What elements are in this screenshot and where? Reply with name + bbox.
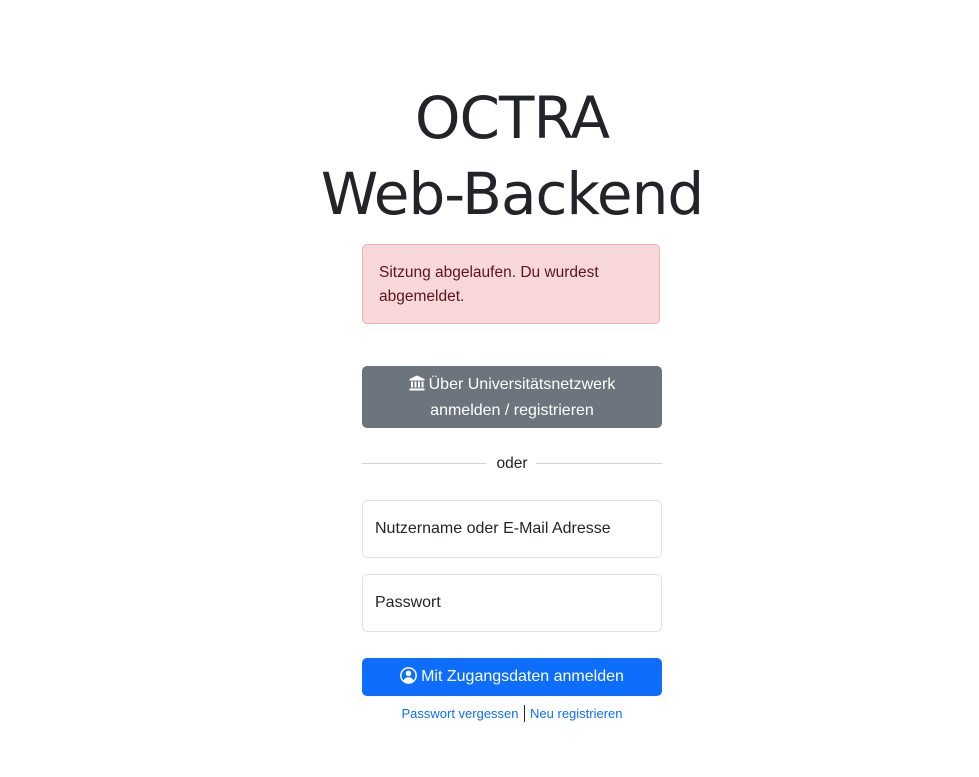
university-login-button[interactable]: Über Universitätsnetzwerk anmelden / reg…	[362, 366, 662, 428]
credentials-login-button[interactable]: Mit Zugangsdaten anmelden	[362, 658, 662, 696]
username-field[interactable]	[362, 500, 662, 558]
session-expired-alert: Sitzung abgelaufen. Du wurdest abgemelde…	[362, 244, 660, 324]
university-login-label: Über Universitätsnetzwerk anmelden / reg…	[428, 376, 616, 419]
page-title: OCTRA Web-Backend	[262, 80, 762, 232]
page-title-line2: Web-Backend	[320, 160, 704, 228]
credentials-login-label: Mit Zugangsdaten anmelden	[421, 668, 624, 685]
auth-links: Passwort vergessen Neu registrieren	[362, 704, 662, 724]
link-separator	[523, 705, 526, 722]
user-circle-icon	[400, 662, 417, 698]
divider-label: oder	[496, 455, 528, 472]
login-page: OCTRA Web-Backend Sitzung abgelaufen. Du…	[0, 0, 979, 777]
alert-message: Sitzung abgelaufen. Du wurdest abgemelde…	[379, 264, 599, 305]
password-field[interactable]	[362, 574, 662, 632]
register-link[interactable]: Neu registrieren	[530, 706, 623, 721]
or-divider: oder	[362, 453, 662, 475]
forgot-password-link[interactable]: Passwort vergessen	[401, 706, 518, 721]
page-title-line1: OCTRA	[414, 84, 610, 152]
bank-icon	[409, 375, 425, 399]
